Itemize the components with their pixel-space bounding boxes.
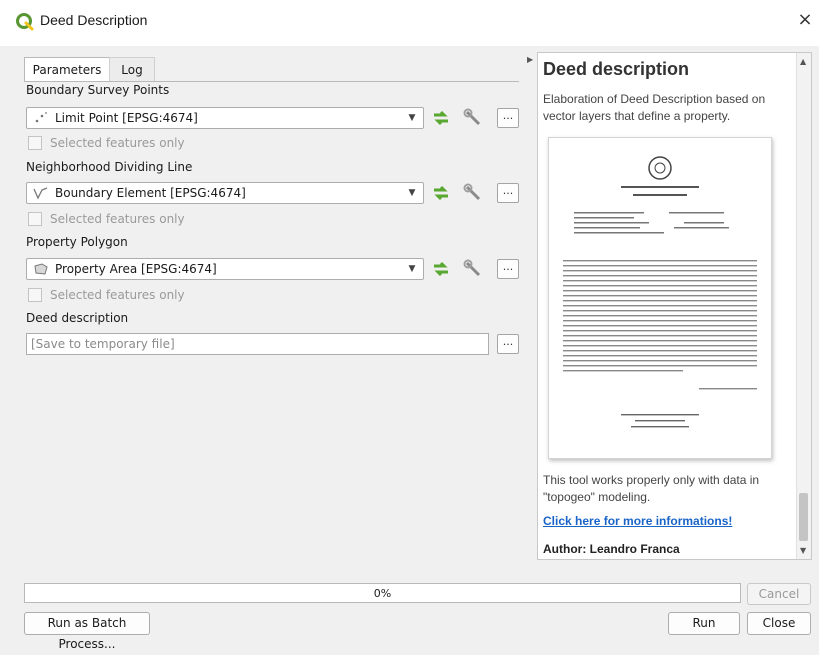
deed-output-browse-button[interactable]: ... — [497, 334, 519, 354]
close-button[interactable]: Close — [747, 612, 811, 635]
help-description: Elaboration of Deed Description based on… — [543, 92, 766, 123]
tab-log[interactable]: Log — [109, 57, 155, 82]
boundary-points-value: Limit Point [EPSG:4674] — [55, 111, 198, 125]
cancel-button[interactable]: Cancel — [747, 583, 811, 605]
help-scrollbar[interactable]: ▲ ▼ — [796, 53, 811, 559]
dividing-line-label: Neighborhood Dividing Line — [26, 160, 193, 174]
deed-output-placeholder: [Save to temporary file] — [31, 337, 175, 351]
help-title: Deed description — [543, 59, 690, 79]
checkbox-label: Selected features only — [50, 212, 185, 226]
close-icon[interactable]: × — [794, 9, 816, 31]
run-button[interactable]: Run — [668, 612, 740, 635]
checkbox[interactable] — [28, 288, 42, 302]
progress-bar: 0% — [24, 583, 741, 603]
help-link[interactable]: Click here for more informations! — [543, 514, 732, 528]
help-note: This tool works properly only with data … — [543, 473, 760, 504]
tab-parameters[interactable]: Parameters — [24, 57, 110, 82]
deed-label: Deed description — [26, 311, 129, 325]
dividing-line-value: Boundary Element [EPSG:4674] — [55, 186, 246, 200]
chevron-down-icon: ▼ — [408, 264, 416, 274]
polygon-combo[interactable]: Property Area [EPSG:4674] ▼ — [26, 258, 424, 280]
scroll-up-icon[interactable]: ▲ — [800, 57, 806, 66]
polygon-layer-icon — [34, 263, 48, 275]
iterate-icon[interactable] — [430, 182, 452, 204]
checkbox-label: Selected features only — [50, 136, 185, 150]
iterate-icon[interactable] — [430, 107, 452, 129]
checkbox-label: Selected features only — [50, 288, 185, 302]
scrollbar-thumb[interactable] — [799, 493, 808, 541]
checkbox[interactable] — [28, 212, 42, 226]
wrench-icon[interactable] — [462, 107, 484, 129]
boundary-points-advanced-button[interactable]: ... — [497, 108, 519, 128]
wrench-icon[interactable] — [462, 182, 484, 204]
chevron-down-icon: ▼ — [408, 188, 416, 198]
polygon-advanced-button[interactable]: ... — [497, 259, 519, 279]
checkbox[interactable] — [28, 136, 42, 150]
iterate-icon[interactable] — [430, 258, 452, 280]
tab-panel-border — [24, 81, 519, 82]
progress-label: 0% — [373, 587, 392, 600]
batch-process-button[interactable]: Run as Batch Process... — [24, 612, 150, 651]
help-author: Author: Leandro Franca — [543, 542, 680, 556]
boundary-points-combo[interactable]: Limit Point [EPSG:4674] ▼ — [26, 107, 424, 129]
help-panel: Deed description Elaboration of Deed Des… — [537, 52, 812, 560]
wrench-icon[interactable] — [462, 258, 484, 280]
deed-document-thumbnail — [548, 137, 772, 459]
boundary-points-label: Boundary Survey Points — [26, 83, 170, 97]
deed-output-field[interactable]: [Save to temporary file] — [26, 333, 489, 355]
scroll-down-icon[interactable]: ▼ — [800, 546, 806, 555]
window-title: Deed Description — [40, 12, 148, 28]
title-bar: Deed Description × — [0, 0, 819, 46]
splitter-arrow-icon[interactable]: ▶ — [527, 55, 533, 64]
qgis-logo-icon — [16, 13, 34, 31]
chevron-down-icon: ▼ — [408, 113, 416, 123]
polygon-value: Property Area [EPSG:4674] — [55, 262, 217, 276]
point-layer-icon — [35, 112, 47, 123]
polygon-label: Property Polygon — [26, 235, 128, 249]
dividing-line-advanced-button[interactable]: ... — [497, 183, 519, 203]
dividing-line-combo[interactable]: Boundary Element [EPSG:4674] ▼ — [26, 182, 424, 204]
line-layer-icon — [33, 187, 48, 200]
